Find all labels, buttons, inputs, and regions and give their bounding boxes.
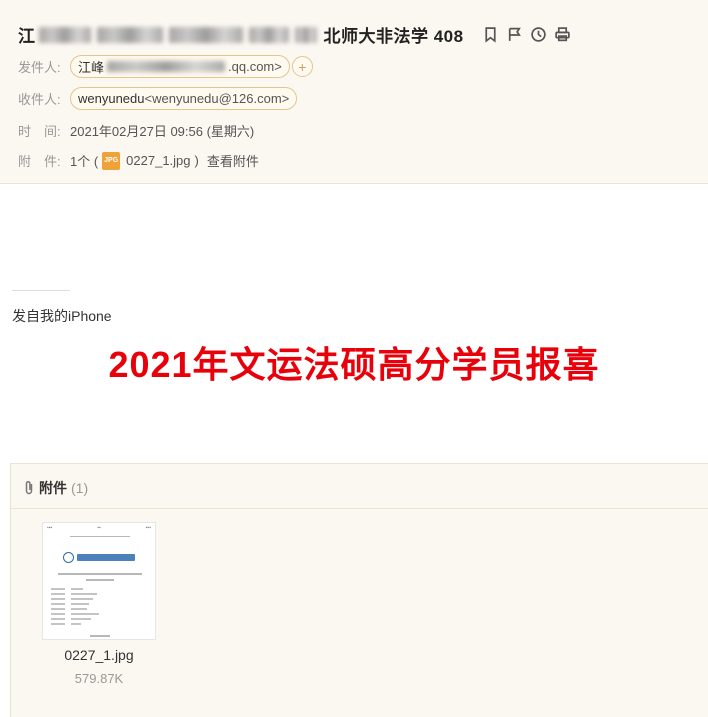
redacted-text (294, 26, 317, 43)
attachments-divider (11, 508, 708, 509)
thumbnail-line (70, 536, 130, 537)
recipient-row: 收件人: wenyunedu <wenyunedu@126.com> (18, 87, 298, 110)
sender-label: 发件人: (18, 60, 61, 75)
thumbnail-line (90, 635, 110, 637)
attachment-thumbnail[interactable]: ▪▪▪ ▪▪ ▪▪▪ (42, 522, 156, 640)
attachments-header: 附件 (1) (23, 478, 88, 498)
recipient-label: 收件人: (18, 92, 61, 107)
thumbnail-row (51, 613, 155, 615)
thumbnail-logo-text (77, 553, 135, 561)
attachment-file-link[interactable]: 0227_1.jpg (126, 153, 190, 168)
thumbnail-line (58, 573, 142, 575)
subject-row: 江 北师大非法学 408 (18, 22, 571, 47)
thumbnail-row (51, 588, 155, 590)
subject-suffix: 北师大非法学 408 (323, 27, 464, 46)
redacted-text (107, 61, 226, 72)
subject-prefix: 江 (18, 27, 36, 46)
attachments-count: (1) (71, 480, 89, 496)
redacted-text (168, 26, 243, 43)
sent-from-text: 发自我的iPhone (12, 308, 112, 324)
sender-address: .qq.com> (228, 59, 282, 74)
print-icon[interactable] (554, 26, 571, 43)
add-contact-button[interactable]: + (291, 56, 313, 77)
thumbnail-statusbar: ▪▪▪ ▪▪ ▪▪▪ (47, 525, 151, 531)
attachment-count-text: 1个 ( (70, 154, 99, 169)
recipient-pill[interactable]: wenyunedu <wenyunedu@126.com> (70, 87, 298, 110)
attachment-file-name[interactable]: 0227_1.jpg (42, 647, 156, 663)
time-value: 2021年02月27日 09:56 (星期六) (70, 124, 255, 139)
paperclip-icon (25, 481, 33, 495)
attachment-row: 附 件: 1个 ( JPG 0227_1.jpg ) 查看附件 (18, 151, 259, 170)
time-label: 时 间: (18, 124, 61, 139)
attachment-close-paren: ) (194, 153, 199, 168)
thumbnail-row (51, 598, 155, 600)
seal-icon (63, 551, 74, 563)
bookmark-icon[interactable] (482, 26, 499, 43)
attachments-title: 附件 (39, 480, 67, 496)
thumbnail-row (51, 618, 155, 620)
signature-divider (12, 290, 70, 291)
recipient-address: <wenyunedu@126.com> (144, 91, 290, 106)
redacted-text (96, 26, 163, 43)
attachments-panel: 附件 (1) ▪▪▪ ▪▪ ▪▪▪ 0227_1.jpg 579.87K (10, 463, 708, 717)
thumbnail-row (51, 608, 155, 610)
thumbnail-row (51, 593, 155, 595)
view-attachments-link[interactable]: 查看附件 (207, 151, 259, 170)
thumbnail-row (51, 603, 155, 605)
clock-icon[interactable] (530, 26, 547, 43)
sender-pill[interactable]: 江峰 .qq.com> (70, 55, 290, 78)
redacted-text (38, 26, 91, 43)
thumbnail-university-logo (59, 551, 139, 563)
attachment-file-size: 579.87K (74, 671, 124, 686)
jpg-file-icon: JPG (102, 151, 121, 170)
mail-header: 江 北师大非法学 408 发件人: 江峰 .qq.com> + 收件人: wen… (0, 0, 708, 184)
time-row: 时 间: 2021年02月27日 09:56 (星期六) (18, 121, 254, 140)
redacted-text (248, 26, 289, 43)
flag-icon[interactable] (506, 26, 523, 43)
attachment-label: 附 件: (18, 154, 61, 169)
sender-row: 发件人: 江峰 .qq.com> + (18, 55, 313, 78)
thumbnail-line (86, 579, 114, 581)
recipient-name: wenyunedu (78, 91, 145, 106)
sender-name: 江峰 (78, 60, 105, 75)
mail-subject: 江 北师大非法学 408 (18, 22, 464, 47)
subject-actions (482, 26, 571, 43)
headline-text: 2021年文运法硕高分学员报喜 (108, 344, 600, 385)
thumbnail-row (51, 623, 155, 625)
